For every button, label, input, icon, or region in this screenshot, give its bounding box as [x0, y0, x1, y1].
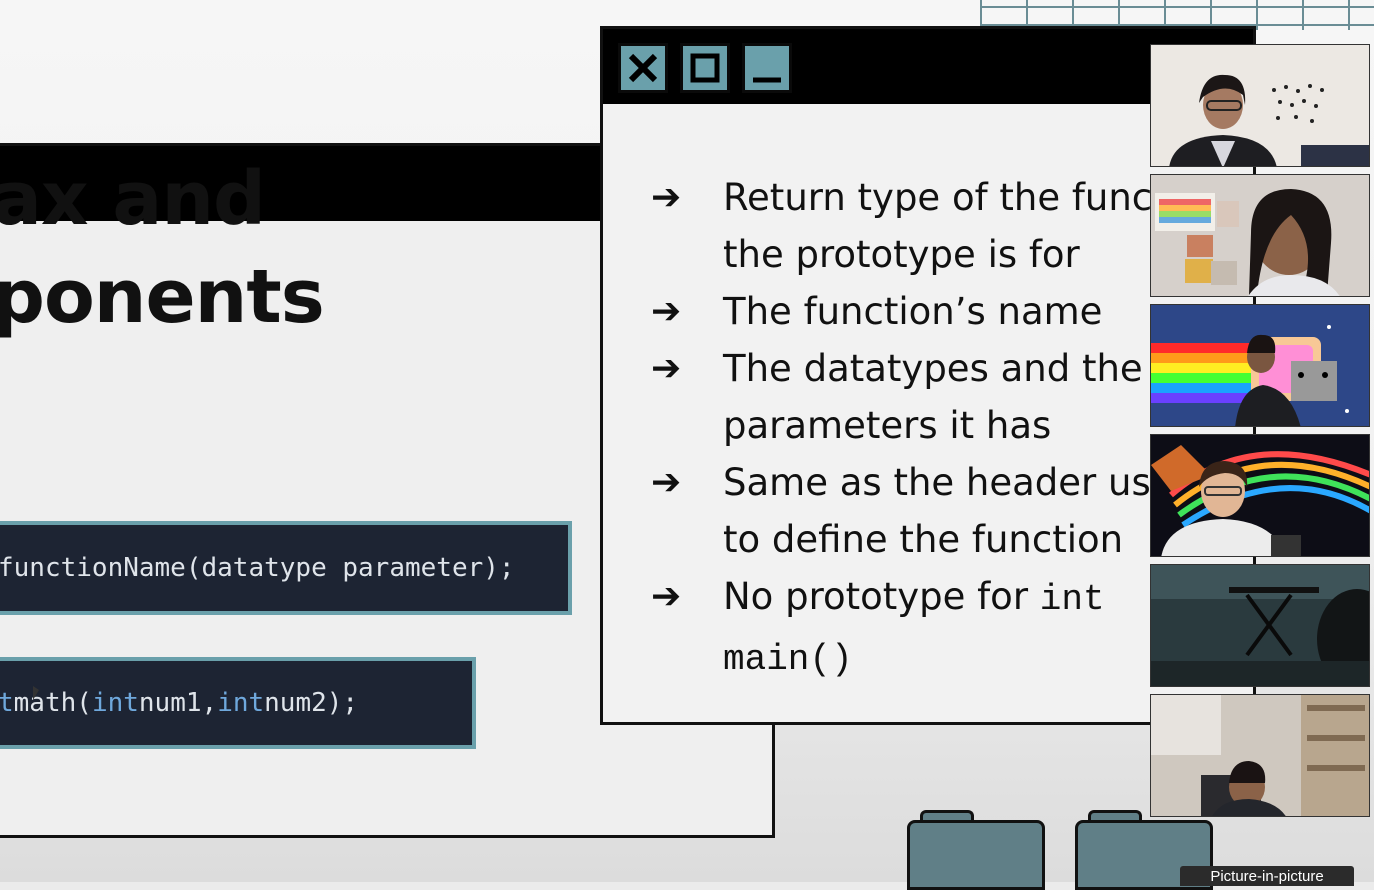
code-syntax-box: functionName(datatype parameter); [0, 521, 572, 615]
bullet-code: int [1039, 579, 1105, 620]
slide-title: ax and ponents [0, 150, 325, 346]
bullet-text: Same as the header us [723, 461, 1151, 504]
code-syntax-text: functionName(datatype parameter); [0, 553, 515, 583]
participant-video-6 [1151, 695, 1369, 816]
code-example-arg2: num2); [264, 688, 359, 718]
arrow-right-icon: ➔ [651, 177, 682, 218]
bullet-text: No prototype for [723, 575, 1040, 618]
participant-tile-3[interactable] [1150, 304, 1370, 427]
code-example-box: t math(int num1, int num2); [0, 657, 476, 749]
participant-video-2 [1151, 175, 1369, 296]
mouse-cursor-icon [33, 686, 39, 700]
close-button[interactable] [618, 43, 668, 93]
code-example-arg1: num1, [138, 688, 218, 718]
code-example-name: math( [13, 688, 92, 718]
arrow-right-icon: ➔ [651, 291, 682, 332]
bullet-text: parameters it has [723, 404, 1052, 447]
bullet-text: The datatypes and the [723, 347, 1143, 390]
participant-video-5 [1151, 565, 1369, 686]
participant-tile-5[interactable] [1150, 564, 1370, 687]
bullet-code: main() [723, 639, 853, 680]
arrow-right-icon: ➔ [651, 348, 682, 389]
bullet-text: to define the function [723, 518, 1124, 561]
minimize-icon [753, 77, 781, 83]
close-icon [628, 53, 658, 83]
participant-tile-6[interactable] [1150, 694, 1370, 817]
code-example-kw1: int [91, 688, 139, 718]
maximize-icon [690, 53, 720, 83]
participant-tile-1[interactable] [1150, 44, 1370, 167]
arrow-right-icon: ➔ [651, 576, 682, 617]
participant-tile-2[interactable] [1150, 174, 1370, 297]
bullet-text: Return type of the func [723, 176, 1153, 219]
participant-video-1 [1151, 45, 1369, 166]
pip-label[interactable]: Picture-in-picture [1180, 866, 1354, 886]
code-example-kw2: int [217, 688, 265, 718]
participants-strip [1148, 44, 1370, 824]
participant-tile-4[interactable] [1150, 434, 1370, 557]
maximize-button[interactable] [680, 43, 730, 93]
bullet-text: the prototype is for [723, 233, 1080, 276]
slide-title-line1: ax and [0, 156, 266, 242]
minimize-button[interactable] [742, 43, 792, 93]
participant-video-3 [1151, 305, 1369, 426]
arrow-right-icon: ➔ [651, 462, 682, 503]
code-example-prefix: t [0, 688, 14, 718]
participant-video-4 [1151, 435, 1369, 556]
folder-icon [907, 820, 1045, 890]
bullet-text: The function’s name [723, 290, 1103, 333]
slide-title-line2: ponents [0, 254, 325, 340]
